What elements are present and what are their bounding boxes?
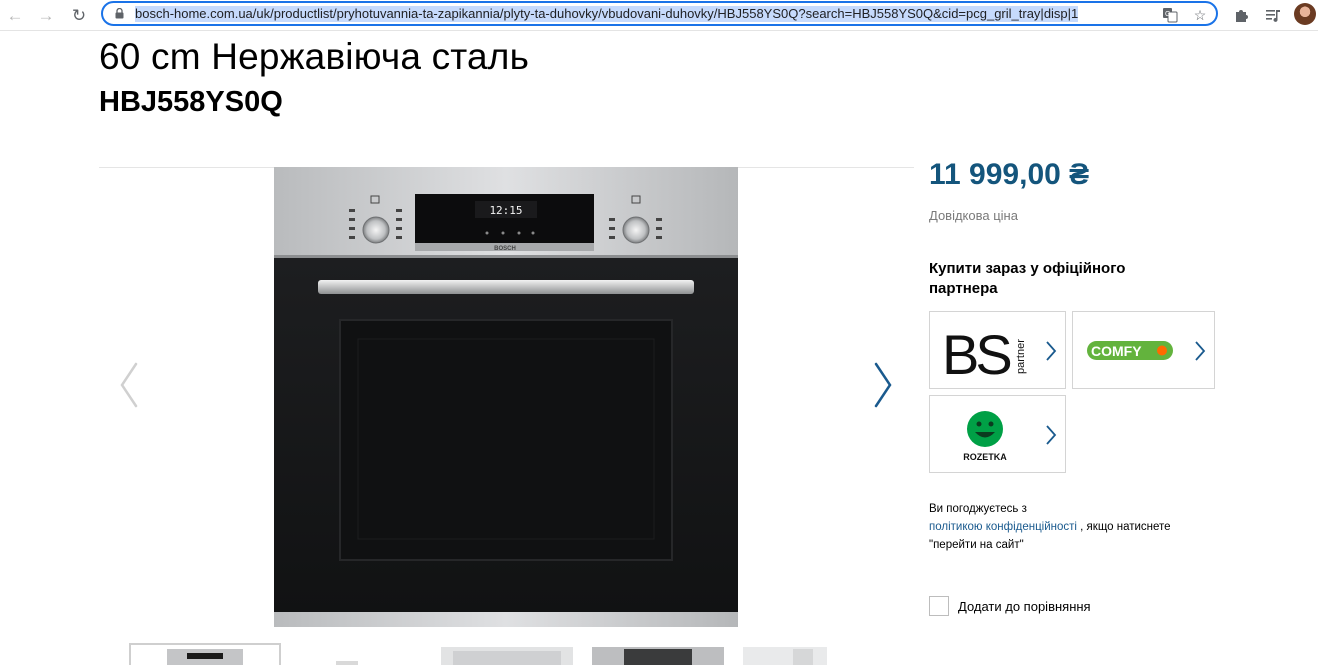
compare-label[interactable]: Додати до порівняння	[958, 599, 1091, 614]
translate-icon[interactable]: G	[1160, 5, 1180, 24]
privacy-policy-link[interactable]: політикою конфіденційності	[929, 521, 1077, 533]
svg-text:ROZETKA: ROZETKA	[963, 452, 1007, 462]
svg-text:partner: partner	[1015, 339, 1027, 374]
browser-toolbar: ← → ↻ bosch-home.com.ua/uk/productlist/p…	[0, 0, 1318, 31]
address-bar[interactable]: bosch-home.com.ua/uk/productlist/pryhotu…	[101, 1, 1218, 26]
svg-text:COMFY: COMFY	[1091, 343, 1142, 359]
partner-comfy-button[interactable]: COMFY	[1072, 311, 1215, 389]
oven-display-time: 12:15	[489, 204, 522, 217]
thumbnail-2[interactable]	[302, 643, 422, 665]
chevron-right-icon	[1046, 425, 1057, 445]
thumbnail-4[interactable]	[592, 643, 724, 665]
product-price: 11 999,00 ₴	[929, 158, 1090, 191]
thumbnail-5[interactable]	[743, 643, 827, 665]
profile-avatar[interactable]	[1294, 3, 1316, 25]
partner-rozetka-button[interactable]: ROZETKA	[929, 395, 1066, 473]
gallery-prev-arrow-icon[interactable]	[114, 360, 144, 410]
consent-line-1: Ви погоджуєтесь з	[929, 503, 1027, 515]
reference-price-label: Довідкова ціна	[929, 208, 1018, 223]
rozetka-logo: ROZETKA	[963, 411, 1007, 462]
thumbnail-3[interactable]	[441, 643, 573, 665]
media-control-icon[interactable]	[1262, 4, 1284, 26]
forward-icon[interactable]: →	[35, 4, 57, 26]
consent-line-3: "перейти на сайт"	[929, 539, 1024, 551]
svg-text:G: G	[1165, 11, 1170, 18]
product-model: HBJ558YS0Q	[99, 86, 283, 118]
lock-icon[interactable]	[115, 8, 124, 19]
bs-partner-logo: BS partner	[942, 323, 1027, 386]
bookmark-star-icon[interactable]: ☆	[1190, 5, 1210, 24]
add-to-compare[interactable]: Додати до порівняння	[929, 595, 1091, 617]
svg-text:BS: BS	[942, 323, 1010, 386]
chevron-right-icon	[1195, 341, 1206, 361]
buy-from-partner-heading: Купити зараз у офіційного партнера	[929, 260, 1126, 297]
compare-checkbox[interactable]	[929, 596, 949, 616]
partner-bs-button[interactable]: BS partner	[929, 311, 1066, 389]
product-image-oven[interactable]: 12:15 BOSCH	[274, 167, 738, 627]
consent-line-2: , якщо натиснете	[1080, 521, 1171, 533]
reload-icon[interactable]: ↻	[68, 4, 90, 26]
product-title: 60 cm Нержавіюча сталь	[99, 36, 530, 77]
comfy-logo: COMFY	[1087, 341, 1173, 360]
gallery-next-arrow-icon[interactable]	[868, 360, 898, 410]
back-icon[interactable]: ←	[4, 4, 26, 26]
url-text[interactable]: bosch-home.com.ua/uk/productlist/pryhotu…	[135, 6, 1079, 22]
oven-brand-label: BOSCH	[494, 246, 516, 252]
chevron-right-icon	[1046, 341, 1057, 361]
thumbnail-1[interactable]	[129, 643, 281, 665]
consent-text: Ви погоджуєтесь з політикою конфіденційн…	[929, 500, 1219, 554]
extensions-icon[interactable]	[1230, 4, 1252, 26]
